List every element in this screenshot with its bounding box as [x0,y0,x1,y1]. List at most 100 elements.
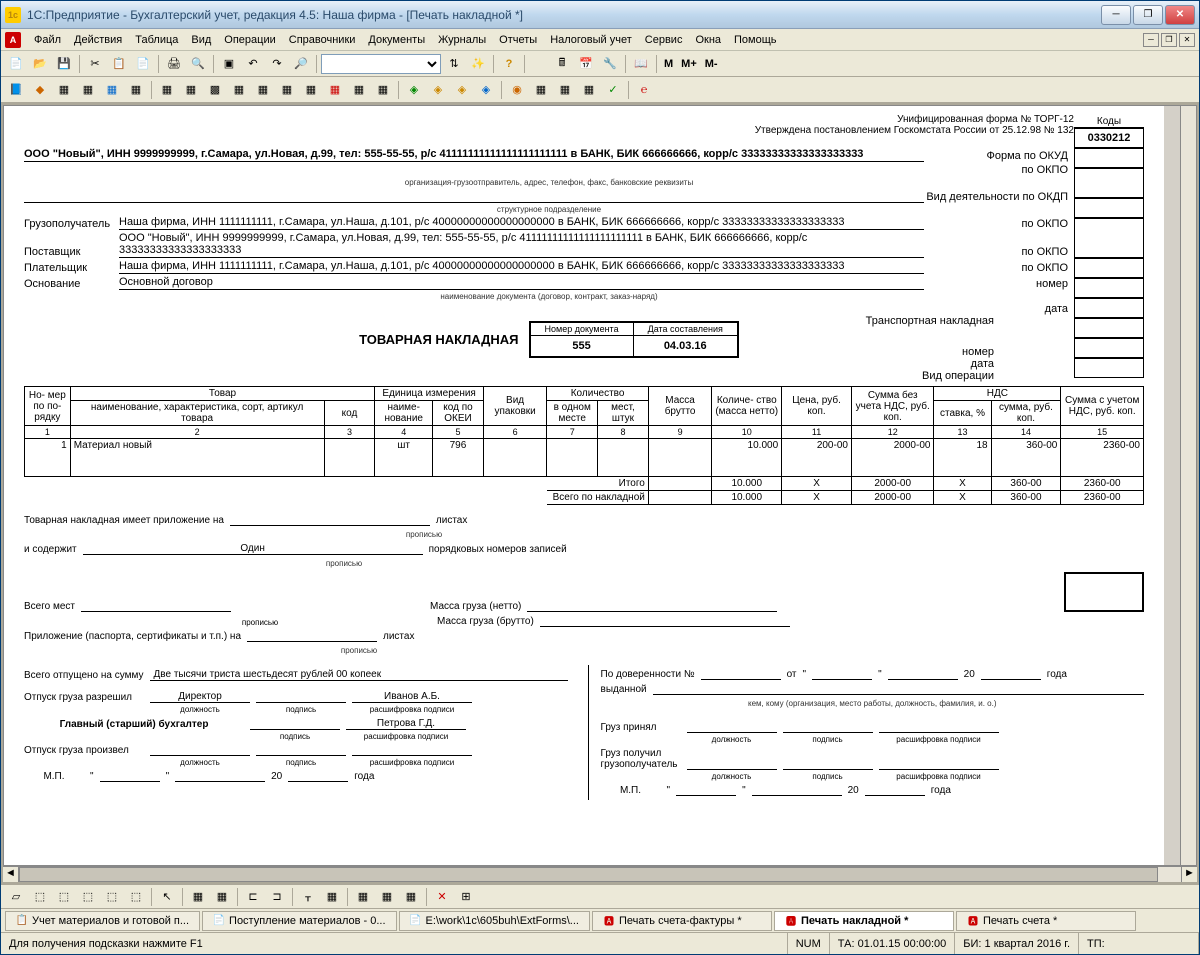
menu-tax[interactable]: Налоговый учет [544,32,638,48]
tab-5[interactable]: 🅰Печать счета * [956,911,1136,931]
print-icon[interactable]: 🖨 [163,53,185,75]
preview-icon[interactable]: 🔍 [187,53,209,75]
tb2-20[interactable]: ◈ [475,79,497,101]
tb2-8[interactable]: ▦ [180,79,202,101]
tb2-10[interactable]: ▦ [228,79,250,101]
tb2-24[interactable]: ▦ [578,79,600,101]
tb2-11[interactable]: ▦ [252,79,274,101]
bt-12[interactable]: ▦ [321,886,343,908]
tb2-9[interactable]: ▩ [204,79,226,101]
menu-operations[interactable]: Операции [218,32,281,48]
bt-7[interactable]: ▦ [187,886,209,908]
maximize-button[interactable]: ❐ [1133,5,1163,25]
calendar-icon[interactable]: 📅 [575,53,597,75]
combo-1[interactable] [321,54,441,74]
tb2-19[interactable]: ◈ [451,79,473,101]
m-button[interactable]: M [661,58,676,70]
document-area[interactable]: Коды 0330212 Унифицированная форма № ТОР… [3,105,1197,866]
tab-0[interactable]: 📋Учет материалов и готовой п... [5,911,200,931]
bt-6[interactable]: ⬚ [125,886,147,908]
tab-1[interactable]: 📄Поступление материалов - 0... [202,911,397,931]
menu-app-icon[interactable]: А [5,32,21,48]
bt-4[interactable]: ⬚ [77,886,99,908]
bt-arrow[interactable]: ↖ [156,886,178,908]
bt-17[interactable]: ⊞ [455,886,477,908]
vertical-scrollbar[interactable] [1180,106,1196,865]
new-icon[interactable]: 📄 [5,53,27,75]
tb2-16[interactable]: ▦ [372,79,394,101]
menu-actions[interactable]: Действия [68,32,128,48]
bt-16[interactable]: ✕ [431,886,453,908]
bt-11[interactable]: ᚁ [297,886,319,908]
tb2-3[interactable]: ▦ [53,79,75,101]
tb2-6[interactable]: ▦ [125,79,147,101]
supplier: ООО "Новый", ИНН 9999999999, г.Самара, у… [119,232,924,258]
mdi-close[interactable]: ✕ [1179,33,1195,47]
bt-14[interactable]: ▦ [376,886,398,908]
mminus-button[interactable]: M- [702,58,721,70]
menubar: А Файл Действия Таблица Вид Операции Спр… [1,29,1199,51]
tb2-26[interactable]: ℮ [633,79,655,101]
menu-table[interactable]: Таблица [129,32,184,48]
mplus-button[interactable]: M+ [678,58,700,70]
menu-windows[interactable]: Окна [689,32,727,48]
tb2-21[interactable]: ◉ [506,79,528,101]
book-icon[interactable]: 📖 [630,53,652,75]
redo-icon[interactable]: ↷ [266,53,288,75]
bt-8[interactable]: ▦ [211,886,233,908]
copy-icon[interactable]: 📋 [108,53,130,75]
open-icon[interactable]: 📂 [29,53,51,75]
bt-13[interactable]: ▦ [352,886,374,908]
bt-2[interactable]: ⬚ [29,886,51,908]
paste-icon[interactable]: 📄 [132,53,154,75]
tb2-4[interactable]: ▦ [77,79,99,101]
menu-file[interactable]: Файл [28,32,67,48]
horizontal-scrollbar[interactable]: ◄ ► [3,866,1197,882]
bt-1[interactable]: ▱ [5,886,27,908]
save-icon[interactable]: 💾 [53,53,75,75]
find-icon[interactable]: 🔎 [290,53,312,75]
bt-10[interactable]: ⊐ [266,886,288,908]
bt-9[interactable]: ⊏ [242,886,264,908]
bt-15[interactable]: ▦ [400,886,422,908]
tab-4[interactable]: 🅰Печать накладной * [774,911,954,931]
menu-help[interactable]: Помощь [728,32,783,48]
calc-icon[interactable]: 🖩 [551,53,573,75]
menu-journals[interactable]: Журналы [432,32,492,48]
undo-icon[interactable]: ↶ [242,53,264,75]
tb2-2[interactable]: ◆ [29,79,51,101]
tb2-13[interactable]: ▦ [300,79,322,101]
tb2-22[interactable]: ▦ [530,79,552,101]
menu-view[interactable]: Вид [185,32,217,48]
minimize-button[interactable]: ─ [1101,5,1131,25]
tb2-14[interactable]: ▦ [324,79,346,101]
tool-icon[interactable]: 🔧 [599,53,621,75]
tb2-1[interactable]: 📘 [5,79,27,101]
bt-3[interactable]: ⬚ [53,886,75,908]
menu-references[interactable]: Справочники [283,32,362,48]
tb2-15[interactable]: ▦ [348,79,370,101]
toggle-icon[interactable]: ▣ [218,53,240,75]
sort-icon[interactable]: ⇅ [443,53,465,75]
mdi-minimize[interactable]: ─ [1143,33,1159,47]
cut-icon[interactable]: ✂ [84,53,106,75]
tb2-7[interactable]: ▦ [156,79,178,101]
app-icon: 1c [5,7,21,23]
mdi-restore[interactable]: ❐ [1161,33,1177,47]
help-icon[interactable]: ? [498,53,520,75]
tb2-17[interactable]: ◈ [403,79,425,101]
menu-documents[interactable]: Документы [362,32,431,48]
bt-5[interactable]: ⬚ [101,886,123,908]
tb2-23[interactable]: ▦ [554,79,576,101]
close-button[interactable]: ✕ [1165,5,1195,25]
tab-2[interactable]: 📄E:\work\1c\605buh\ExtForms\... [399,911,590,931]
tb2-18[interactable]: ◈ [427,79,449,101]
tb2-25[interactable]: ✓ [602,79,624,101]
tb2-5[interactable]: ▦ [101,79,123,101]
menu-reports[interactable]: Отчеты [493,32,543,48]
tab-3[interactable]: 🅰Печать счета-фактуры * [592,911,772,931]
tb2-12[interactable]: ▦ [276,79,298,101]
doc-number: 555 [530,336,634,358]
wizard-icon[interactable]: ✨ [467,53,489,75]
menu-service[interactable]: Сервис [639,32,689,48]
